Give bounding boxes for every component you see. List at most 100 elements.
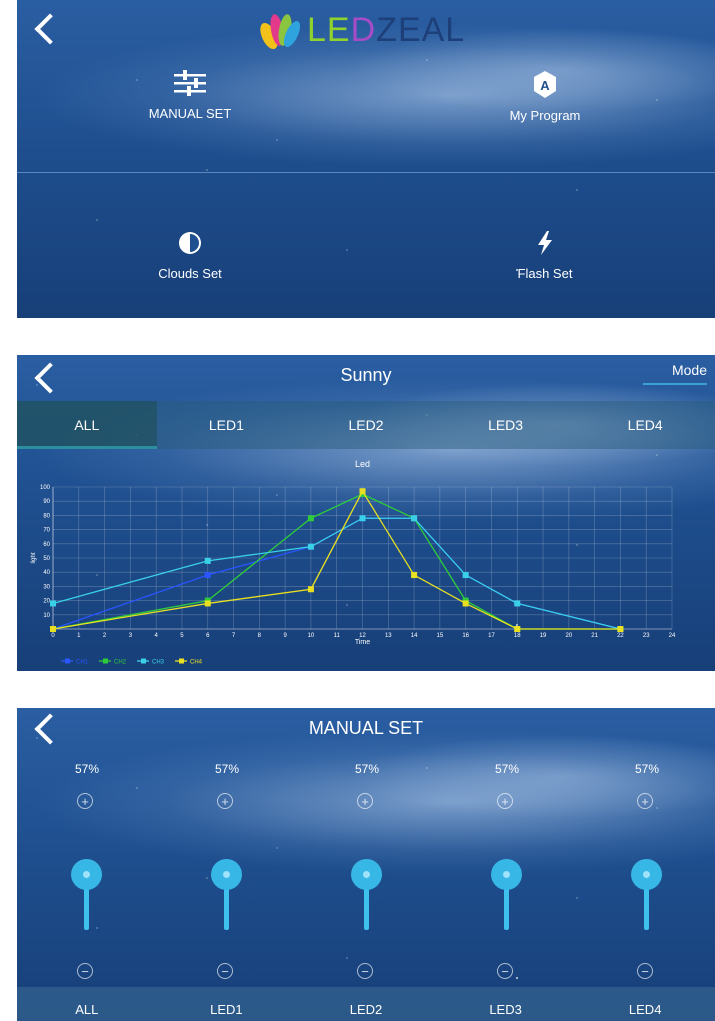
x-tick-label: 21: [591, 633, 598, 639]
y-tick-label: 100: [40, 485, 51, 491]
data-point-ch3: [204, 557, 211, 564]
increase-button[interactable]: +: [217, 793, 233, 809]
x-tick-label: 8: [258, 633, 262, 639]
clouds-set-button[interactable]: Clouds Set: [142, 228, 238, 281]
home-screen: LEDZEAL MANUAL SET A My Program Clouds S…: [17, 0, 715, 318]
x-tick-label: 14: [411, 633, 418, 639]
x-tick-label: 5: [180, 633, 184, 639]
x-tick-label: 10: [308, 633, 315, 639]
y-axis-label: light: [31, 552, 37, 563]
increase-button[interactable]: +: [77, 793, 93, 809]
data-point-ch4: [514, 626, 521, 632]
slider-handle[interactable]: [351, 859, 382, 890]
tab-led2[interactable]: LED2: [296, 987, 436, 1021]
legend-label-ch3: CH3: [152, 660, 165, 666]
back-icon[interactable]: [34, 13, 66, 45]
channel-slider-all: 57% + −: [57, 708, 117, 998]
channel-slider-led1: 57% + −: [197, 708, 257, 998]
x-tick-label: 2: [103, 633, 107, 639]
data-point-ch4: [307, 586, 314, 593]
x-tick-label: 13: [385, 633, 392, 639]
my-program-label: My Program: [509, 108, 581, 123]
data-point-ch3: [359, 515, 366, 522]
tab-led1[interactable]: LED1: [157, 401, 297, 449]
x-tick-label: 15: [437, 633, 444, 639]
legend-marker-ch4: [179, 658, 184, 664]
increase-button[interactable]: +: [357, 793, 373, 809]
increase-button[interactable]: +: [497, 793, 513, 809]
slider-handle[interactable]: [211, 859, 242, 890]
decrease-button[interactable]: −: [357, 963, 373, 979]
legend-marker-ch1: [65, 658, 70, 664]
y-tick-label: 70: [43, 528, 50, 534]
percent-label: 57%: [634, 762, 660, 776]
channel-slider-led4: 57% + −: [617, 708, 677, 998]
tab-led4[interactable]: LED4: [575, 987, 715, 1021]
tab-led3[interactable]: LED3: [436, 987, 576, 1021]
data-point-ch2: [307, 515, 314, 522]
legend-marker-ch2: [103, 658, 108, 664]
led-chart-svg: Led0 1 2 3 4 5 6 7 8 9 10 11 12 13 14 15 16 17 18 19 20 21 22 2…: [31, 459, 676, 666]
data-point-ch3: [514, 600, 521, 607]
mode-button[interactable]: Mode: [672, 362, 707, 378]
y-tick-label: 20: [43, 599, 50, 605]
tab-led2[interactable]: LED2: [296, 401, 436, 449]
y-tick-label: 40: [43, 570, 50, 576]
y-tick-label: 50: [43, 556, 50, 562]
program-a-icon: A: [534, 71, 556, 98]
tab-led4[interactable]: LED4: [575, 401, 715, 449]
clouds-set-label: Clouds Set: [158, 266, 222, 281]
slider-handle[interactable]: [71, 859, 102, 890]
x-tick-label: 23: [643, 633, 650, 639]
tab-all[interactable]: ALL: [17, 401, 157, 449]
data-point-ch1: [204, 572, 211, 579]
tab-all[interactable]: ALL: [17, 987, 157, 1021]
x-tick-label: 11: [334, 633, 341, 639]
tab-led1[interactable]: LED1: [157, 987, 297, 1021]
menu-divider: [17, 172, 715, 173]
x-tick-label: 16: [462, 633, 469, 639]
legend-label-ch4: CH4: [190, 660, 203, 666]
decrease-button[interactable]: −: [497, 963, 513, 979]
my-program-button[interactable]: A My Program: [497, 70, 593, 123]
data-point-ch4: [204, 600, 211, 607]
brand-letter-l: L: [307, 10, 327, 49]
tab-led3[interactable]: LED3: [436, 401, 576, 449]
data-point-ch3: [411, 515, 418, 522]
legend-label-ch2: CH2: [114, 660, 127, 666]
manual-set-label: MANUAL SET: [148, 106, 232, 121]
mode-underline: [643, 383, 707, 385]
increase-button[interactable]: +: [637, 793, 653, 809]
channel-slider-led2: 57% + −: [337, 708, 397, 998]
data-point-ch4: [462, 600, 469, 607]
x-tick-label: 18: [514, 633, 521, 639]
x-tick-label: 1: [77, 633, 81, 639]
slider-handle[interactable]: [631, 859, 662, 890]
data-point-ch3: [462, 572, 469, 579]
manual-set-button[interactable]: MANUAL SET: [142, 68, 238, 121]
decrease-button[interactable]: −: [637, 963, 653, 979]
brand-word-zeal: ZEAL: [376, 10, 466, 49]
legend-label-ch1: CH1: [76, 660, 89, 666]
half-sun-icon: [179, 232, 201, 254]
data-point-ch4: [359, 488, 366, 495]
chart-title: Led: [355, 459, 370, 469]
program-screen: Sunny Mode ALL LED1 LED2 LED3 LED4 Led 0 1…: [17, 355, 715, 671]
data-point-ch3: [307, 543, 314, 550]
brand-logo: LEDZEAL: [257, 8, 465, 52]
channel-tab-bar: ALL LED1 LED2 LED3 LED4: [17, 987, 715, 1021]
x-tick-label: 19: [540, 633, 547, 639]
slider-handle[interactable]: [491, 859, 522, 890]
x-tick-label: 4: [154, 633, 158, 639]
y-tick-label: 90: [43, 499, 50, 505]
led-chart: Led 0 1 2 3 4 5 6 7 8 9 10 11 12 13 14 15 16 17 18 19 20 21 22 2…: [17, 455, 715, 671]
flash-set-button[interactable]: Flash Set: [497, 228, 593, 281]
flash-set-label: Flash Set: [517, 266, 573, 281]
led-tab-bar: ALL LED1 LED2 LED3 LED4: [17, 401, 715, 449]
decrease-button[interactable]: −: [217, 963, 233, 979]
brand-wordmark: LEDZEAL: [307, 11, 465, 50]
manual-set-screen: MANUAL SET 57% + −57% + −57% + −57% + −57% + − ALL…: [17, 708, 715, 1021]
svg-text:A: A: [540, 78, 550, 93]
decrease-button[interactable]: −: [77, 963, 93, 979]
x-tick-label: 24: [669, 633, 676, 639]
